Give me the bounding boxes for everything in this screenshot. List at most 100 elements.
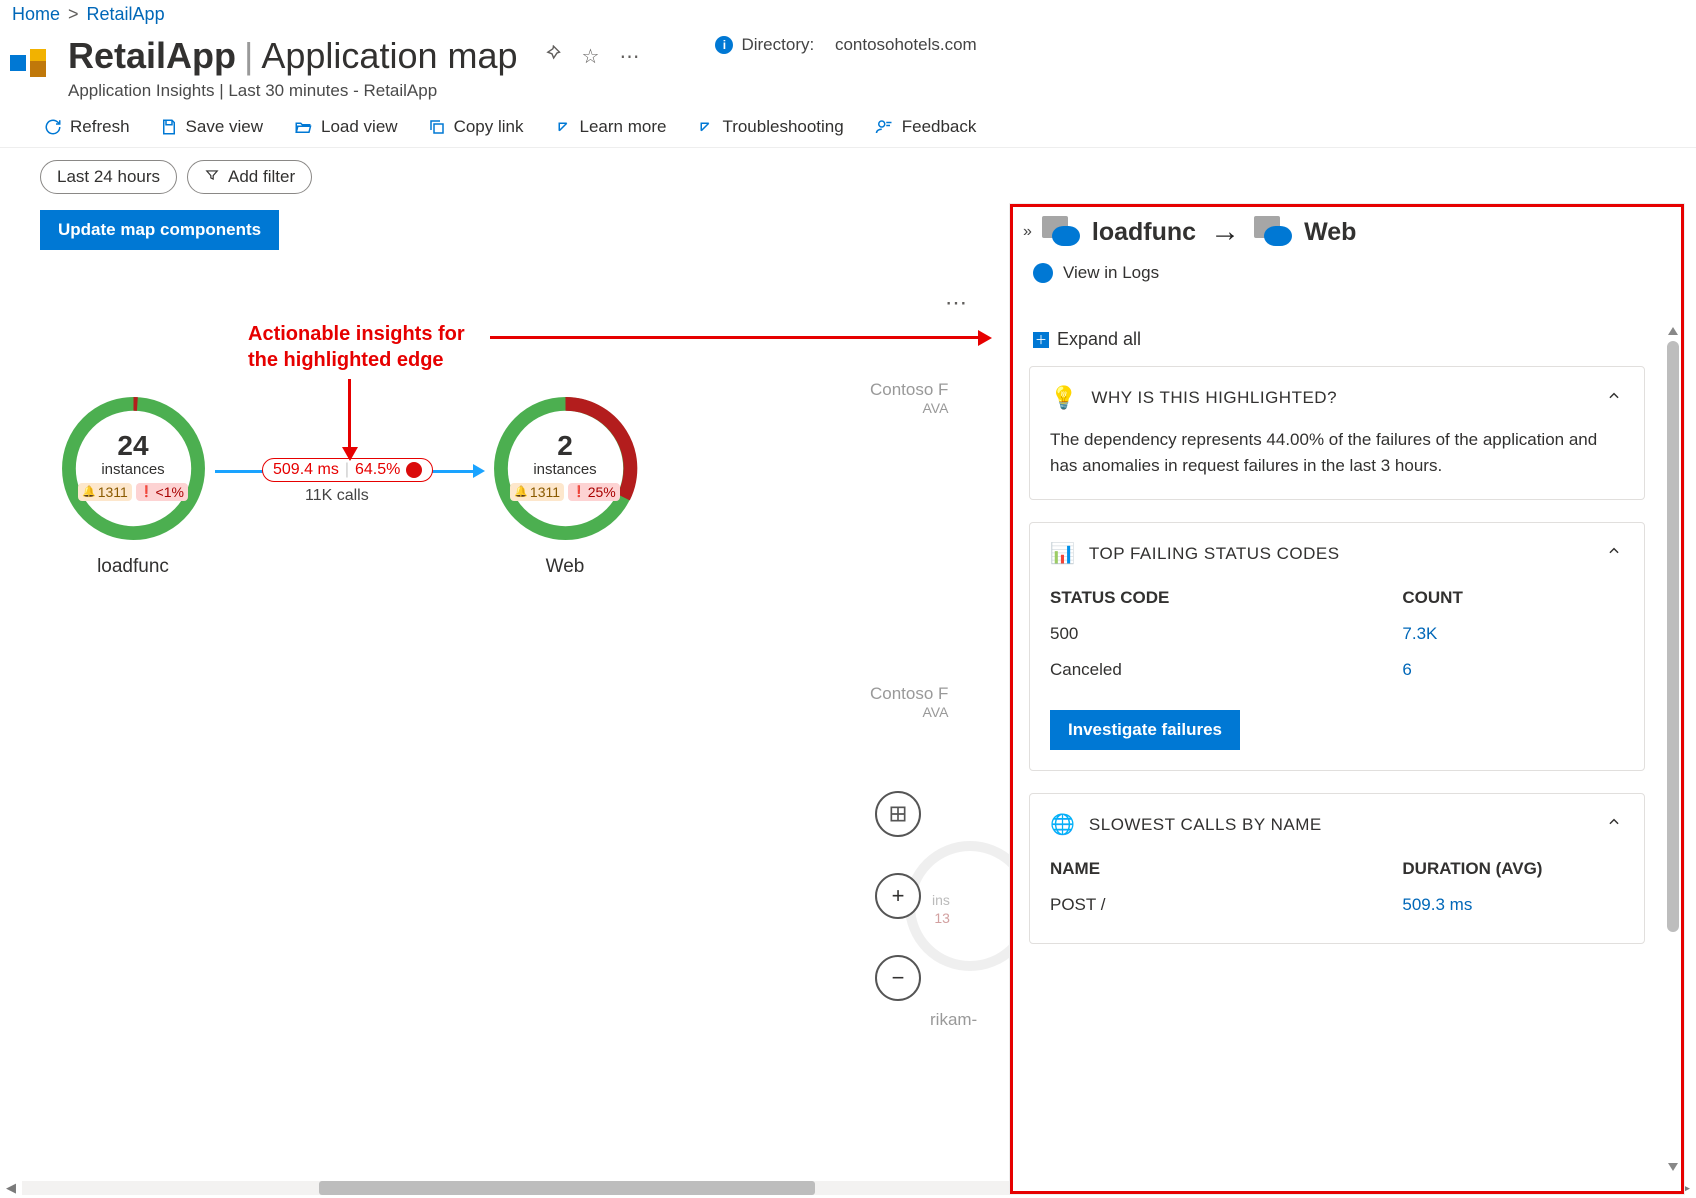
card-title: SLOWEST CALLS BY NAME (1089, 815, 1322, 835)
card-title: TOP FAILING STATUS CODES (1089, 544, 1340, 564)
directory-value: contosohotels.com (835, 35, 977, 55)
annotation-arrow-right (490, 336, 980, 339)
col-duration: DURATION (AVG) (1394, 851, 1624, 887)
folder-open-icon (293, 118, 313, 136)
update-map-components-button[interactable]: Update map components (40, 210, 279, 250)
info-icon: i (715, 36, 733, 54)
expand-all-button[interactable]: ＋ Expand all (1033, 329, 1641, 350)
card-body-text: The dependency represents 44.00% of the … (1050, 427, 1624, 479)
card-title: WHY IS THIS HIGHLIGHTED? (1091, 388, 1337, 408)
arrow-right-icon: → (1210, 215, 1240, 249)
add-filter-pill[interactable]: Add filter (187, 160, 312, 194)
ghost-node-label: rikam- (930, 1011, 977, 1029)
col-status-code: STATUS CODE (1050, 580, 1394, 616)
ghost-node-text: ins13 (932, 891, 950, 927)
overflow-icon[interactable]: ⋯ (619, 44, 639, 69)
why-highlighted-card: 💡 WHY IS THIS HIGHLIGHTED? The dependenc… (1029, 366, 1645, 500)
node-loadfunc[interactable]: 24 instances 1311 <1% loadfunc (48, 391, 218, 578)
title-app: RetailApp (68, 35, 236, 76)
node-label: loadfunc (48, 556, 218, 578)
table-row[interactable]: POST /509.3 ms (1050, 887, 1624, 923)
node-instance-unit: instances (480, 461, 650, 479)
breadcrumb-home[interactable]: Home (12, 4, 60, 25)
globe-icon: 🌐 (1050, 812, 1075, 837)
scroll-down-icon[interactable] (1668, 1163, 1678, 1171)
edge-metric-pill[interactable]: 509.4 ms | 64.5% (262, 458, 433, 482)
breadcrumb-current[interactable]: RetailApp (87, 4, 165, 25)
external-link-icon (696, 118, 714, 136)
external-link-icon (554, 118, 572, 136)
save-view-button[interactable]: Save view (160, 117, 263, 137)
lightbulb-icon: 💡 (1050, 385, 1077, 411)
command-bar: Refresh Save view Load view Copy link Le… (0, 105, 1696, 148)
edge-latency: 509.4 ms (273, 461, 339, 479)
filter-icon (204, 167, 220, 187)
view-in-logs-link[interactable]: View in Logs (1013, 257, 1681, 289)
table-row[interactable]: 5007.3K (1050, 616, 1624, 652)
zoom-controls: + − (875, 791, 921, 1001)
node-alert-badge: 1311 (510, 483, 564, 501)
save-icon (160, 118, 178, 136)
chevron-up-icon[interactable] (1604, 544, 1624, 563)
chevron-up-icon[interactable] (1604, 815, 1624, 834)
copy-icon (428, 118, 446, 136)
node-instance-count: 2 (480, 431, 650, 461)
edge-percent: 64.5% (355, 461, 400, 479)
feedback-icon (874, 118, 894, 136)
load-view-button[interactable]: Load view (293, 117, 398, 137)
page-title: RetailApp|Application map (68, 35, 518, 77)
refresh-button[interactable]: Refresh (44, 117, 130, 137)
panel-scrollbar[interactable] (1665, 327, 1681, 1171)
feedback-button[interactable]: Feedback (874, 117, 977, 137)
node-error-badge: 25% (568, 483, 620, 501)
title-page: Application map (261, 35, 517, 76)
top-failing-status-card: 📊 TOP FAILING STATUS CODES STATUS CODE C… (1029, 522, 1645, 771)
investigate-failures-button[interactable]: Investigate failures (1050, 710, 1240, 750)
chevron-up-icon[interactable] (1604, 389, 1624, 408)
node-instance-unit: instances (48, 461, 218, 479)
filter-bar: Last 24 hours Add filter (0, 148, 1696, 194)
refresh-icon (44, 118, 62, 136)
bar-chart-icon: 📊 (1050, 541, 1075, 566)
zoom-out-button[interactable]: − (875, 955, 921, 1001)
star-icon[interactable]: ☆ (582, 44, 600, 69)
learn-more-button[interactable]: Learn more (554, 117, 667, 137)
node-instance-count: 24 (48, 431, 218, 461)
time-range-pill[interactable]: Last 24 hours (40, 160, 177, 194)
page-subtitle: Application Insights | Last 30 minutes -… (68, 81, 639, 101)
zoom-in-button[interactable]: + (875, 873, 921, 919)
breadcrumb: Home > RetailApp (0, 0, 1696, 25)
col-name: NAME (1050, 851, 1394, 887)
table-row[interactable]: Canceled6 (1050, 652, 1624, 688)
ghost-node-label: Contoso FAVA (870, 381, 948, 417)
scroll-thumb[interactable] (319, 1181, 815, 1195)
copy-link-button[interactable]: Copy link (428, 117, 524, 137)
scroll-up-icon[interactable] (1668, 327, 1678, 335)
slowest-calls-card: 🌐 SLOWEST CALLS BY NAME NAME DURATION (A… (1029, 793, 1645, 944)
ghost-node-label: Contoso FAVA (870, 685, 948, 721)
panel-to-node: Web (1304, 218, 1356, 247)
edge-call-count: 11K calls (305, 487, 369, 505)
node-label: Web (480, 556, 650, 578)
breadcrumb-separator: > (68, 4, 79, 25)
annotation-arrow-down (348, 379, 351, 449)
scroll-left-icon[interactable]: ◀ (0, 1180, 22, 1196)
node-error-badge: <1% (136, 483, 188, 501)
server-cloud-icon (1042, 216, 1078, 248)
scroll-thumb[interactable] (1667, 341, 1679, 932)
server-cloud-icon (1254, 216, 1290, 248)
col-count: COUNT (1394, 580, 1624, 616)
fit-to-screen-button[interactable] (875, 791, 921, 837)
troubleshooting-button[interactable]: Troubleshooting (696, 117, 843, 137)
insights-panel: » loadfunc → Web View in Logs ＋ Expand a… (1010, 204, 1684, 1194)
node-alert-badge: 1311 (78, 483, 132, 501)
status-code-table: STATUS CODE COUNT 5007.3K Canceled6 (1050, 580, 1624, 688)
pin-icon[interactable] (542, 43, 562, 69)
panel-from-node: loadfunc (1092, 218, 1196, 247)
collapse-panel-icon[interactable]: » (1023, 223, 1028, 241)
node-web[interactable]: 2 instances 1311 25% Web (480, 391, 650, 578)
slow-calls-table: NAME DURATION (AVG) POST /509.3 ms (1050, 851, 1624, 923)
panel-header: » loadfunc → Web (1013, 207, 1681, 257)
plus-icon: ＋ (1033, 332, 1049, 348)
resource-icon (8, 39, 52, 83)
